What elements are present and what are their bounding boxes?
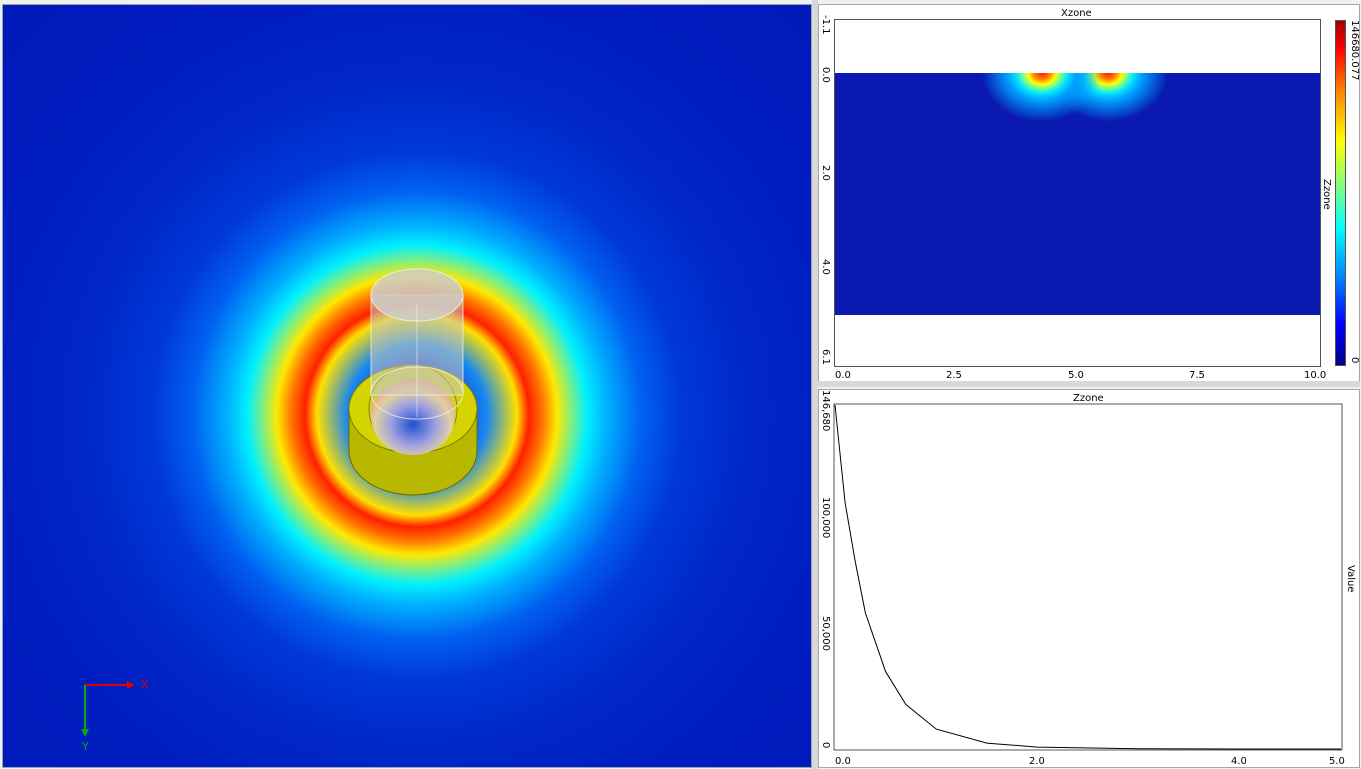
- x-tick: 2.5: [946, 370, 962, 381]
- y-tick: 146,680: [820, 390, 831, 432]
- colorbar-max: 146680.077: [1349, 20, 1360, 81]
- y-tick: 100,000: [820, 497, 831, 539]
- x-tick: 10.0: [1304, 370, 1327, 381]
- right-axis-label: Zzone: [1321, 179, 1332, 210]
- colorbar: [1335, 20, 1346, 366]
- line-chart: [833, 403, 1343, 751]
- y-axis-label: Y: [82, 740, 89, 753]
- horizontal-splitter[interactable]: [818, 381, 1360, 387]
- y-tick: 4.0: [820, 259, 831, 275]
- zzone-line-pane[interactable]: Zzone 0.0 2.0 4.0 5.0 146,680 100,000 50…: [818, 389, 1360, 768]
- xzone-slice-pane[interactable]: Xzone 0.0 2.5 5.0 7.5 10.0 -1.1 0.0 2.0 …: [818, 4, 1360, 382]
- colorbar-min: 0: [1349, 357, 1360, 364]
- y-tick: 6.1: [820, 349, 831, 365]
- y-tick: 2.0: [820, 165, 831, 181]
- slice-field: [835, 73, 1320, 315]
- y-tick: 0: [820, 742, 831, 749]
- x-tick: 4.0: [1231, 756, 1247, 767]
- y-tick: 0.0: [820, 67, 831, 83]
- y-axis-label: Value: [1345, 565, 1356, 593]
- x-tick: 5.0: [1068, 370, 1084, 381]
- slice-plot-area: [834, 19, 1321, 367]
- y-tick: 50,000: [820, 616, 831, 651]
- x-tick: 0.0: [835, 370, 851, 381]
- axis-triad: [81, 681, 135, 737]
- x-tick: 2.0: [1029, 756, 1045, 767]
- x-tick: 5.0: [1329, 756, 1345, 767]
- 3d-viewport[interactable]: X Y: [2, 4, 812, 768]
- pane-title: Xzone: [1061, 8, 1092, 19]
- x-axis-label: X: [141, 678, 149, 691]
- x-tick: 7.5: [1189, 370, 1205, 381]
- x-tick: 0.0: [835, 756, 851, 767]
- y-tick: -1.1: [820, 15, 831, 35]
- 3d-scene: [81, 268, 478, 737]
